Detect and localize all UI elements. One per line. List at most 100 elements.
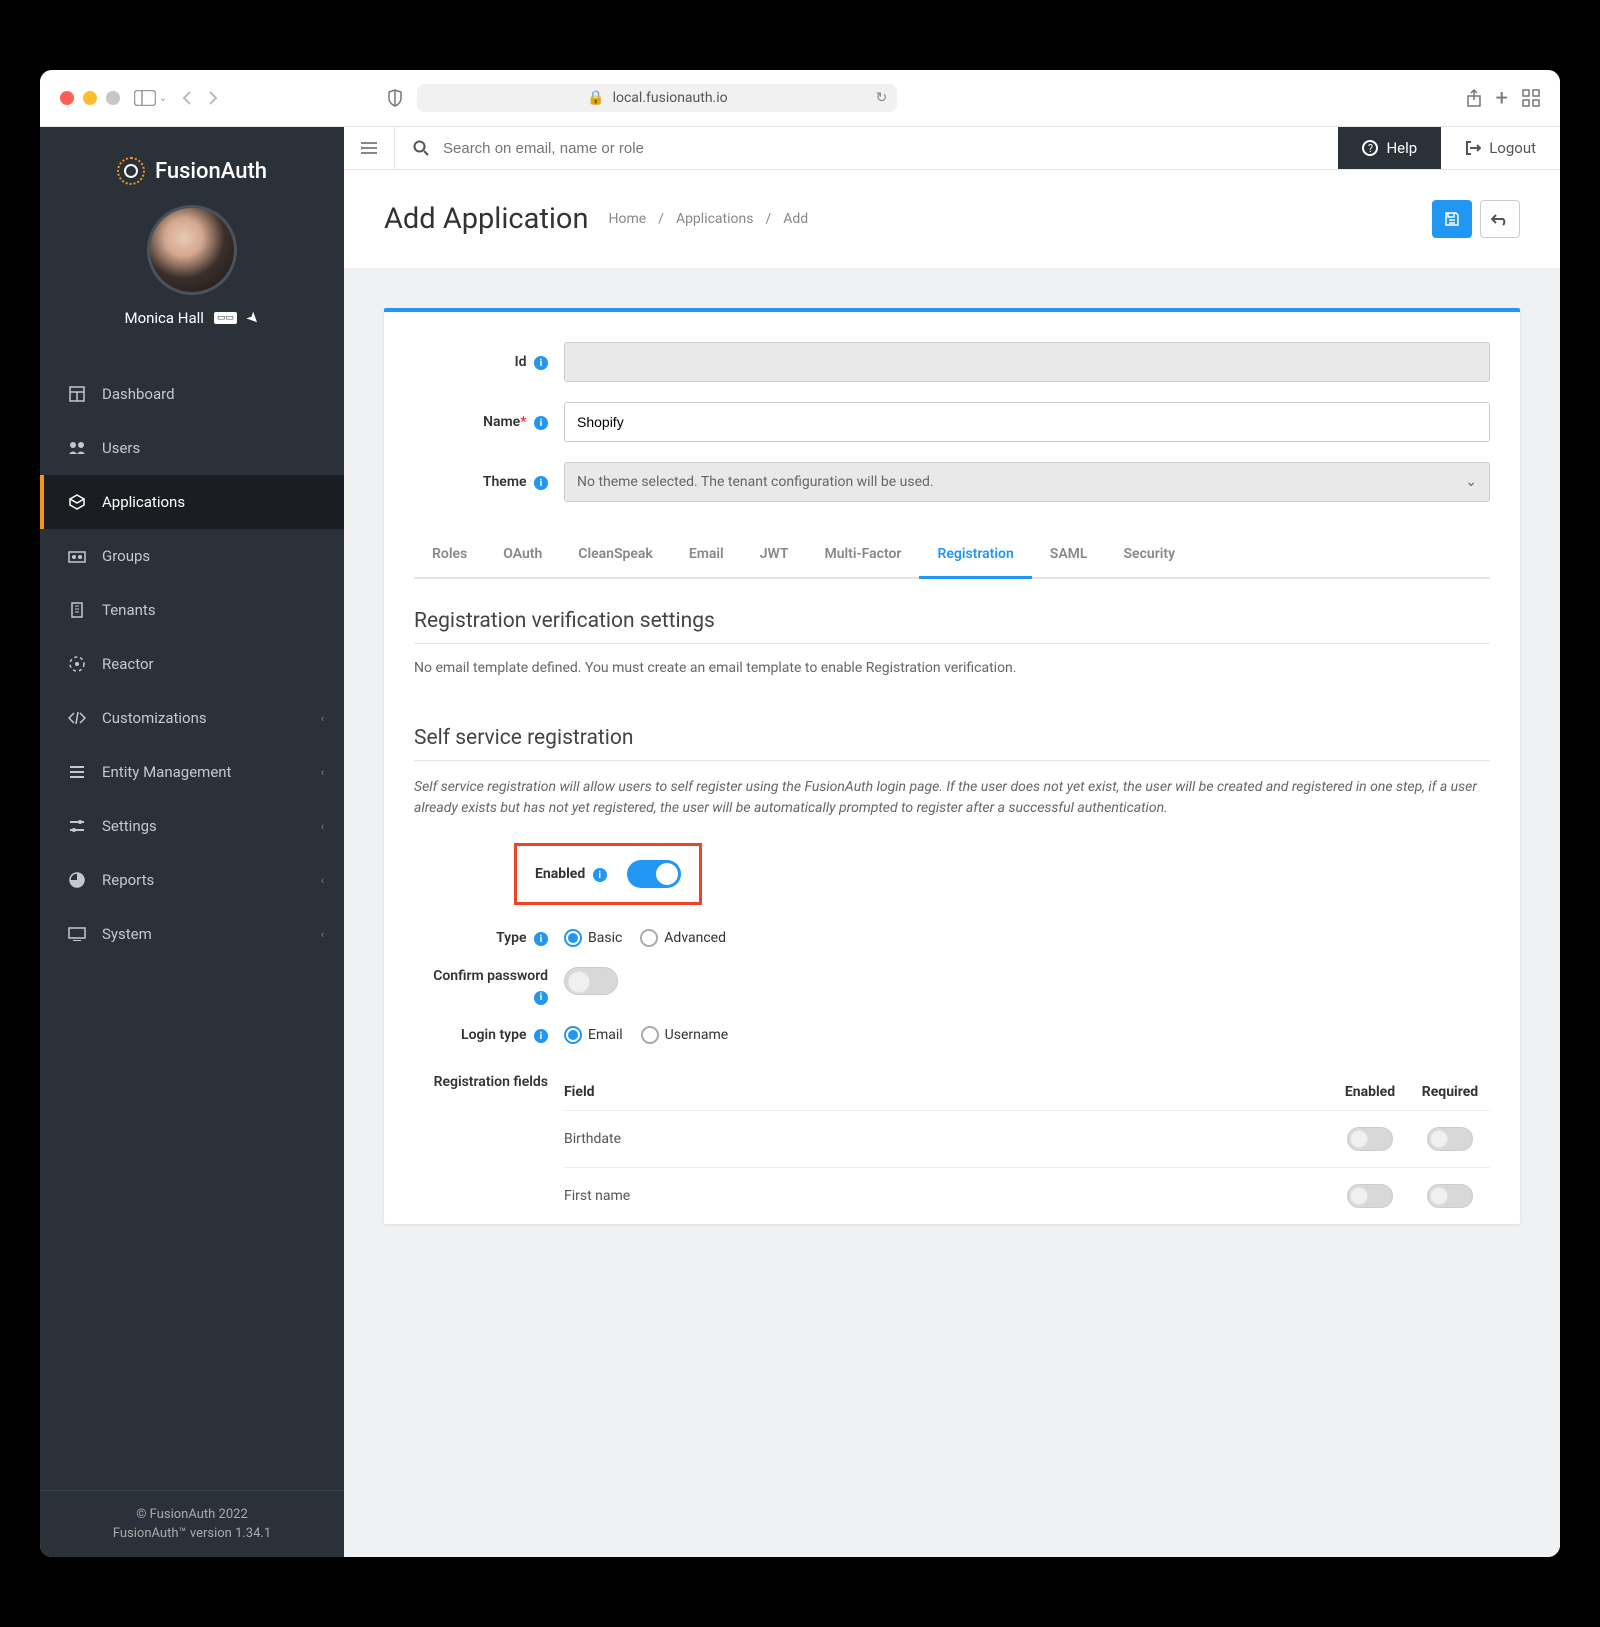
logout-button[interactable]: Logout [1441, 127, 1560, 169]
enabled-highlight: Enabled i [514, 843, 702, 905]
copyright: © FusionAuth 2022 [54, 1505, 330, 1524]
field-enabled-toggle[interactable] [1347, 1127, 1393, 1151]
sidebar-item-entity-management[interactable]: Entity Management‹ [40, 745, 344, 799]
browser-chrome: ⌄ 🔒 local.fusionauth.io ↻ + [40, 70, 1560, 127]
type-label: Type [496, 930, 526, 946]
maximize-window-button[interactable] [106, 91, 120, 105]
version: FusionAuth™ version 1.34.1 [54, 1524, 330, 1543]
tenants-icon [68, 602, 86, 618]
address-bar[interactable]: 🔒 local.fusionauth.io ↻ [417, 84, 897, 112]
id-field [564, 342, 1490, 382]
chevron-left-icon: ‹ [321, 766, 324, 779]
back-button[interactable] [1480, 200, 1520, 238]
avatar[interactable] [147, 205, 237, 295]
theme-label: Theme [483, 474, 527, 490]
tab-cleanspeak[interactable]: CleanSpeak [560, 532, 671, 579]
field-required-toggle[interactable] [1427, 1127, 1473, 1151]
theme-select[interactable]: No theme selected. The tenant configurat… [564, 462, 1490, 502]
groups-icon [68, 549, 86, 563]
tab-jwt[interactable]: JWT [742, 532, 807, 579]
tab-roles[interactable]: Roles [414, 532, 485, 579]
sidebar-item-reactor[interactable]: Reactor [40, 637, 344, 691]
enabled-toggle[interactable] [627, 860, 681, 888]
nav-back-button[interactable] [181, 91, 193, 105]
tab-multi-factor[interactable]: Multi-Factor [806, 532, 919, 579]
tab-security[interactable]: Security [1106, 532, 1194, 579]
confirm-password-toggle[interactable] [564, 967, 618, 995]
tabs: RolesOAuthCleanSpeakEmailJWTMulti-Factor… [414, 532, 1490, 579]
window-controls [60, 91, 120, 105]
tab-email[interactable]: Email [671, 532, 742, 579]
login-radio-email[interactable]: Email [564, 1026, 623, 1044]
new-tab-icon[interactable]: + [1496, 86, 1508, 111]
tab-oauth[interactable]: OAuth [485, 532, 560, 579]
save-icon [1444, 211, 1460, 227]
breadcrumb-home[interactable]: Home [608, 211, 646, 227]
login-radio-username[interactable]: Username [641, 1026, 729, 1044]
brand: FusionAuth Monica Hall ▭▭ ➤ [40, 127, 344, 367]
info-icon[interactable]: i [534, 416, 548, 430]
sidebar-item-applications[interactable]: Applications [40, 475, 344, 529]
main: ? Help Logout Add Application Home/Appli… [344, 127, 1560, 1557]
tab-overview-icon[interactable] [1522, 89, 1540, 107]
minimize-window-button[interactable] [83, 91, 97, 105]
breadcrumb-add[interactable]: Add [783, 211, 808, 227]
sidebar-footer: © FusionAuth 2022 FusionAuth™ version 1.… [40, 1490, 344, 1557]
brand-logo-icon [117, 157, 145, 185]
share-icon[interactable] [1466, 89, 1482, 107]
breadcrumb-applications[interactable]: Applications [676, 211, 754, 227]
sidebar-item-users[interactable]: Users [40, 421, 344, 475]
sidebar-item-reports[interactable]: Reports‹ [40, 853, 344, 907]
section-description: Self service registration will allow use… [414, 777, 1490, 819]
field-required-toggle[interactable] [1427, 1184, 1473, 1208]
help-button[interactable]: ? Help [1338, 127, 1441, 169]
field-enabled-toggle[interactable] [1347, 1184, 1393, 1208]
login-type-label: Login type [461, 1027, 526, 1043]
username: Monica Hall [124, 309, 203, 327]
sidebar-item-groups[interactable]: Groups [40, 529, 344, 583]
panel: Id i Name* i Theme i No theme selected. … [384, 308, 1520, 1224]
shield-icon[interactable] [387, 89, 403, 107]
sidebar-item-dashboard[interactable]: Dashboard [40, 367, 344, 421]
type-radio-basic[interactable]: Basic [564, 929, 622, 947]
save-button[interactable] [1432, 200, 1472, 238]
sidebar-toggle-icon[interactable]: ⌄ [134, 90, 167, 106]
close-window-button[interactable] [60, 91, 74, 105]
name-field[interactable] [564, 402, 1490, 442]
collapse-sidebar-button[interactable] [344, 127, 395, 169]
section-text: No email template defined. You must crea… [414, 660, 1490, 676]
name-label: Name [483, 414, 520, 430]
dashboard-icon [68, 386, 86, 402]
info-icon[interactable]: i [534, 476, 548, 490]
reg-field-row: First name [564, 1167, 1490, 1224]
search-input[interactable] [443, 140, 1320, 157]
search-icon [413, 140, 429, 156]
sidebar-item-customizations[interactable]: Customizations‹ [40, 691, 344, 745]
username-row: Monica Hall ▭▭ ➤ [60, 309, 324, 347]
logout-icon [1465, 140, 1481, 156]
location-icon[interactable]: ➤ [242, 307, 264, 329]
refresh-icon[interactable]: ↻ [876, 90, 888, 106]
reg-fields-header: Field Enabled Required [564, 1074, 1490, 1110]
reg-field-row: Birthdate [564, 1110, 1490, 1167]
reg-fields-label: Registration fields [434, 1074, 548, 1090]
system-icon [68, 927, 86, 941]
tab-registration[interactable]: Registration [919, 532, 1031, 579]
type-radio-advanced[interactable]: Advanced [640, 929, 726, 947]
tab-saml[interactable]: SAML [1032, 532, 1106, 579]
info-icon[interactable]: i [534, 1029, 548, 1043]
help-icon: ? [1362, 140, 1378, 156]
info-icon[interactable]: i [534, 991, 548, 1005]
id-card-icon[interactable]: ▭▭ [214, 312, 237, 324]
chevron-left-icon: ‹ [321, 874, 324, 887]
nav-forward-button[interactable] [207, 91, 219, 105]
undo-icon [1491, 212, 1509, 226]
info-icon[interactable]: i [534, 932, 548, 946]
breadcrumb: Home/Applications/Add [608, 211, 808, 227]
sidebar: FusionAuth Monica Hall ▭▭ ➤ DashboardUse… [40, 127, 344, 1557]
sidebar-item-system[interactable]: System‹ [40, 907, 344, 961]
sidebar-item-tenants[interactable]: Tenants [40, 583, 344, 637]
info-icon[interactable]: i [593, 868, 607, 882]
info-icon[interactable]: i [534, 356, 548, 370]
sidebar-item-settings[interactable]: Settings‹ [40, 799, 344, 853]
